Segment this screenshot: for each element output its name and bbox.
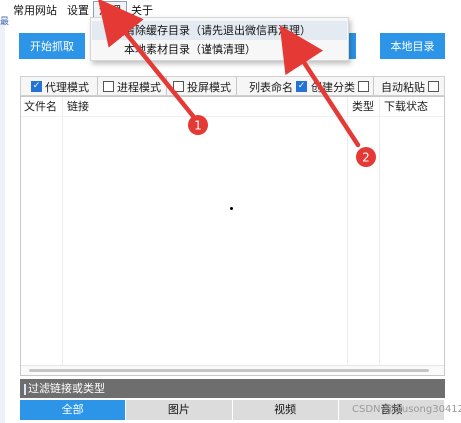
list-naming-option[interactable]: 列表命名 ✓ — [249, 79, 310, 94]
local-directory-button[interactable]: 本地目录 — [380, 33, 445, 59]
tab-images[interactable]: 图片 — [126, 400, 233, 420]
scrollbar-thumb[interactable] — [29, 369, 429, 372]
cast-mode-checkbox[interactable] — [173, 81, 184, 92]
column-header-link[interactable]: 链接 — [64, 97, 89, 116]
column-header-type[interactable]: 类型 — [349, 97, 374, 116]
auto-paste-checkbox[interactable] — [428, 81, 439, 92]
column-divider — [347, 97, 348, 365]
horizontal-scrollbar[interactable] — [21, 365, 444, 375]
filter-input[interactable]: 过滤链接或类型 — [20, 379, 445, 398]
menu-item-local-material[interactable]: 本地素材目录（谨慎清理） — [92, 40, 347, 59]
mouse-cursor-dot — [230, 207, 233, 210]
create-category-label: 创建分类 — [311, 80, 355, 94]
tab-videos[interactable]: 视频 — [232, 400, 339, 420]
process-mode-checkbox[interactable] — [103, 81, 114, 92]
proxy-mode-label: 代理模式 — [45, 80, 89, 94]
auto-paste-label: 自动粘贴 — [381, 80, 425, 94]
column-divider — [62, 97, 63, 365]
proxy-mode-checkbox[interactable]: ✓ — [31, 81, 42, 92]
proxy-mode-option[interactable]: ✓ 代理模式 — [31, 79, 89, 94]
window-left-strip — [0, 22, 5, 423]
resource-table[interactable]: 文件名 链接 类型 下载状态 — [20, 96, 445, 376]
auto-paste-option[interactable]: 自动粘贴 — [381, 79, 442, 94]
text-cursor — [24, 383, 26, 395]
option-divider — [166, 77, 167, 95]
create-category-checkbox[interactable] — [358, 81, 369, 92]
process-mode-option[interactable]: 进程模式 — [103, 79, 161, 94]
watermark: CSDN @wusong3041285 — [352, 404, 461, 415]
cast-mode-label: 投屏模式 — [187, 80, 231, 94]
column-divider — [379, 97, 380, 365]
option-divider — [236, 77, 237, 95]
filter-placeholder: 过滤链接或类型 — [28, 382, 105, 395]
menu-item-clear-cache[interactable]: 清除缓存目录（请先退出微信再清理） — [92, 21, 347, 40]
list-naming-checkbox[interactable]: ✓ — [296, 81, 307, 92]
create-category-option[interactable]: 创建分类 — [311, 79, 372, 94]
option-divider — [97, 77, 98, 95]
start-capture-button[interactable]: 开始抓取 — [19, 33, 85, 59]
process-mode-label: 进程模式 — [117, 80, 161, 94]
clean-dropdown-menu: 清除缓存目录（请先退出微信再清理） 本地素材目录（谨慎清理） — [90, 17, 349, 61]
tab-all[interactable]: 全部 — [20, 400, 127, 420]
column-header-download-status[interactable]: 下载状态 — [381, 97, 428, 116]
column-header-filename[interactable]: 文件名 — [21, 97, 57, 116]
window-left-mark: 最 — [0, 17, 10, 27]
cast-mode-option[interactable]: 投屏模式 — [173, 79, 231, 94]
header-divider — [21, 116, 444, 117]
menu-common-sites[interactable]: 常用网站 — [8, 2, 62, 20]
option-divider — [373, 77, 374, 95]
list-naming-label: 列表命名 — [249, 80, 293, 94]
options-row: ✓ 代理模式 进程模式 投屏模式 列表命名 ✓ 创建分类 自动粘贴 — [20, 76, 445, 96]
